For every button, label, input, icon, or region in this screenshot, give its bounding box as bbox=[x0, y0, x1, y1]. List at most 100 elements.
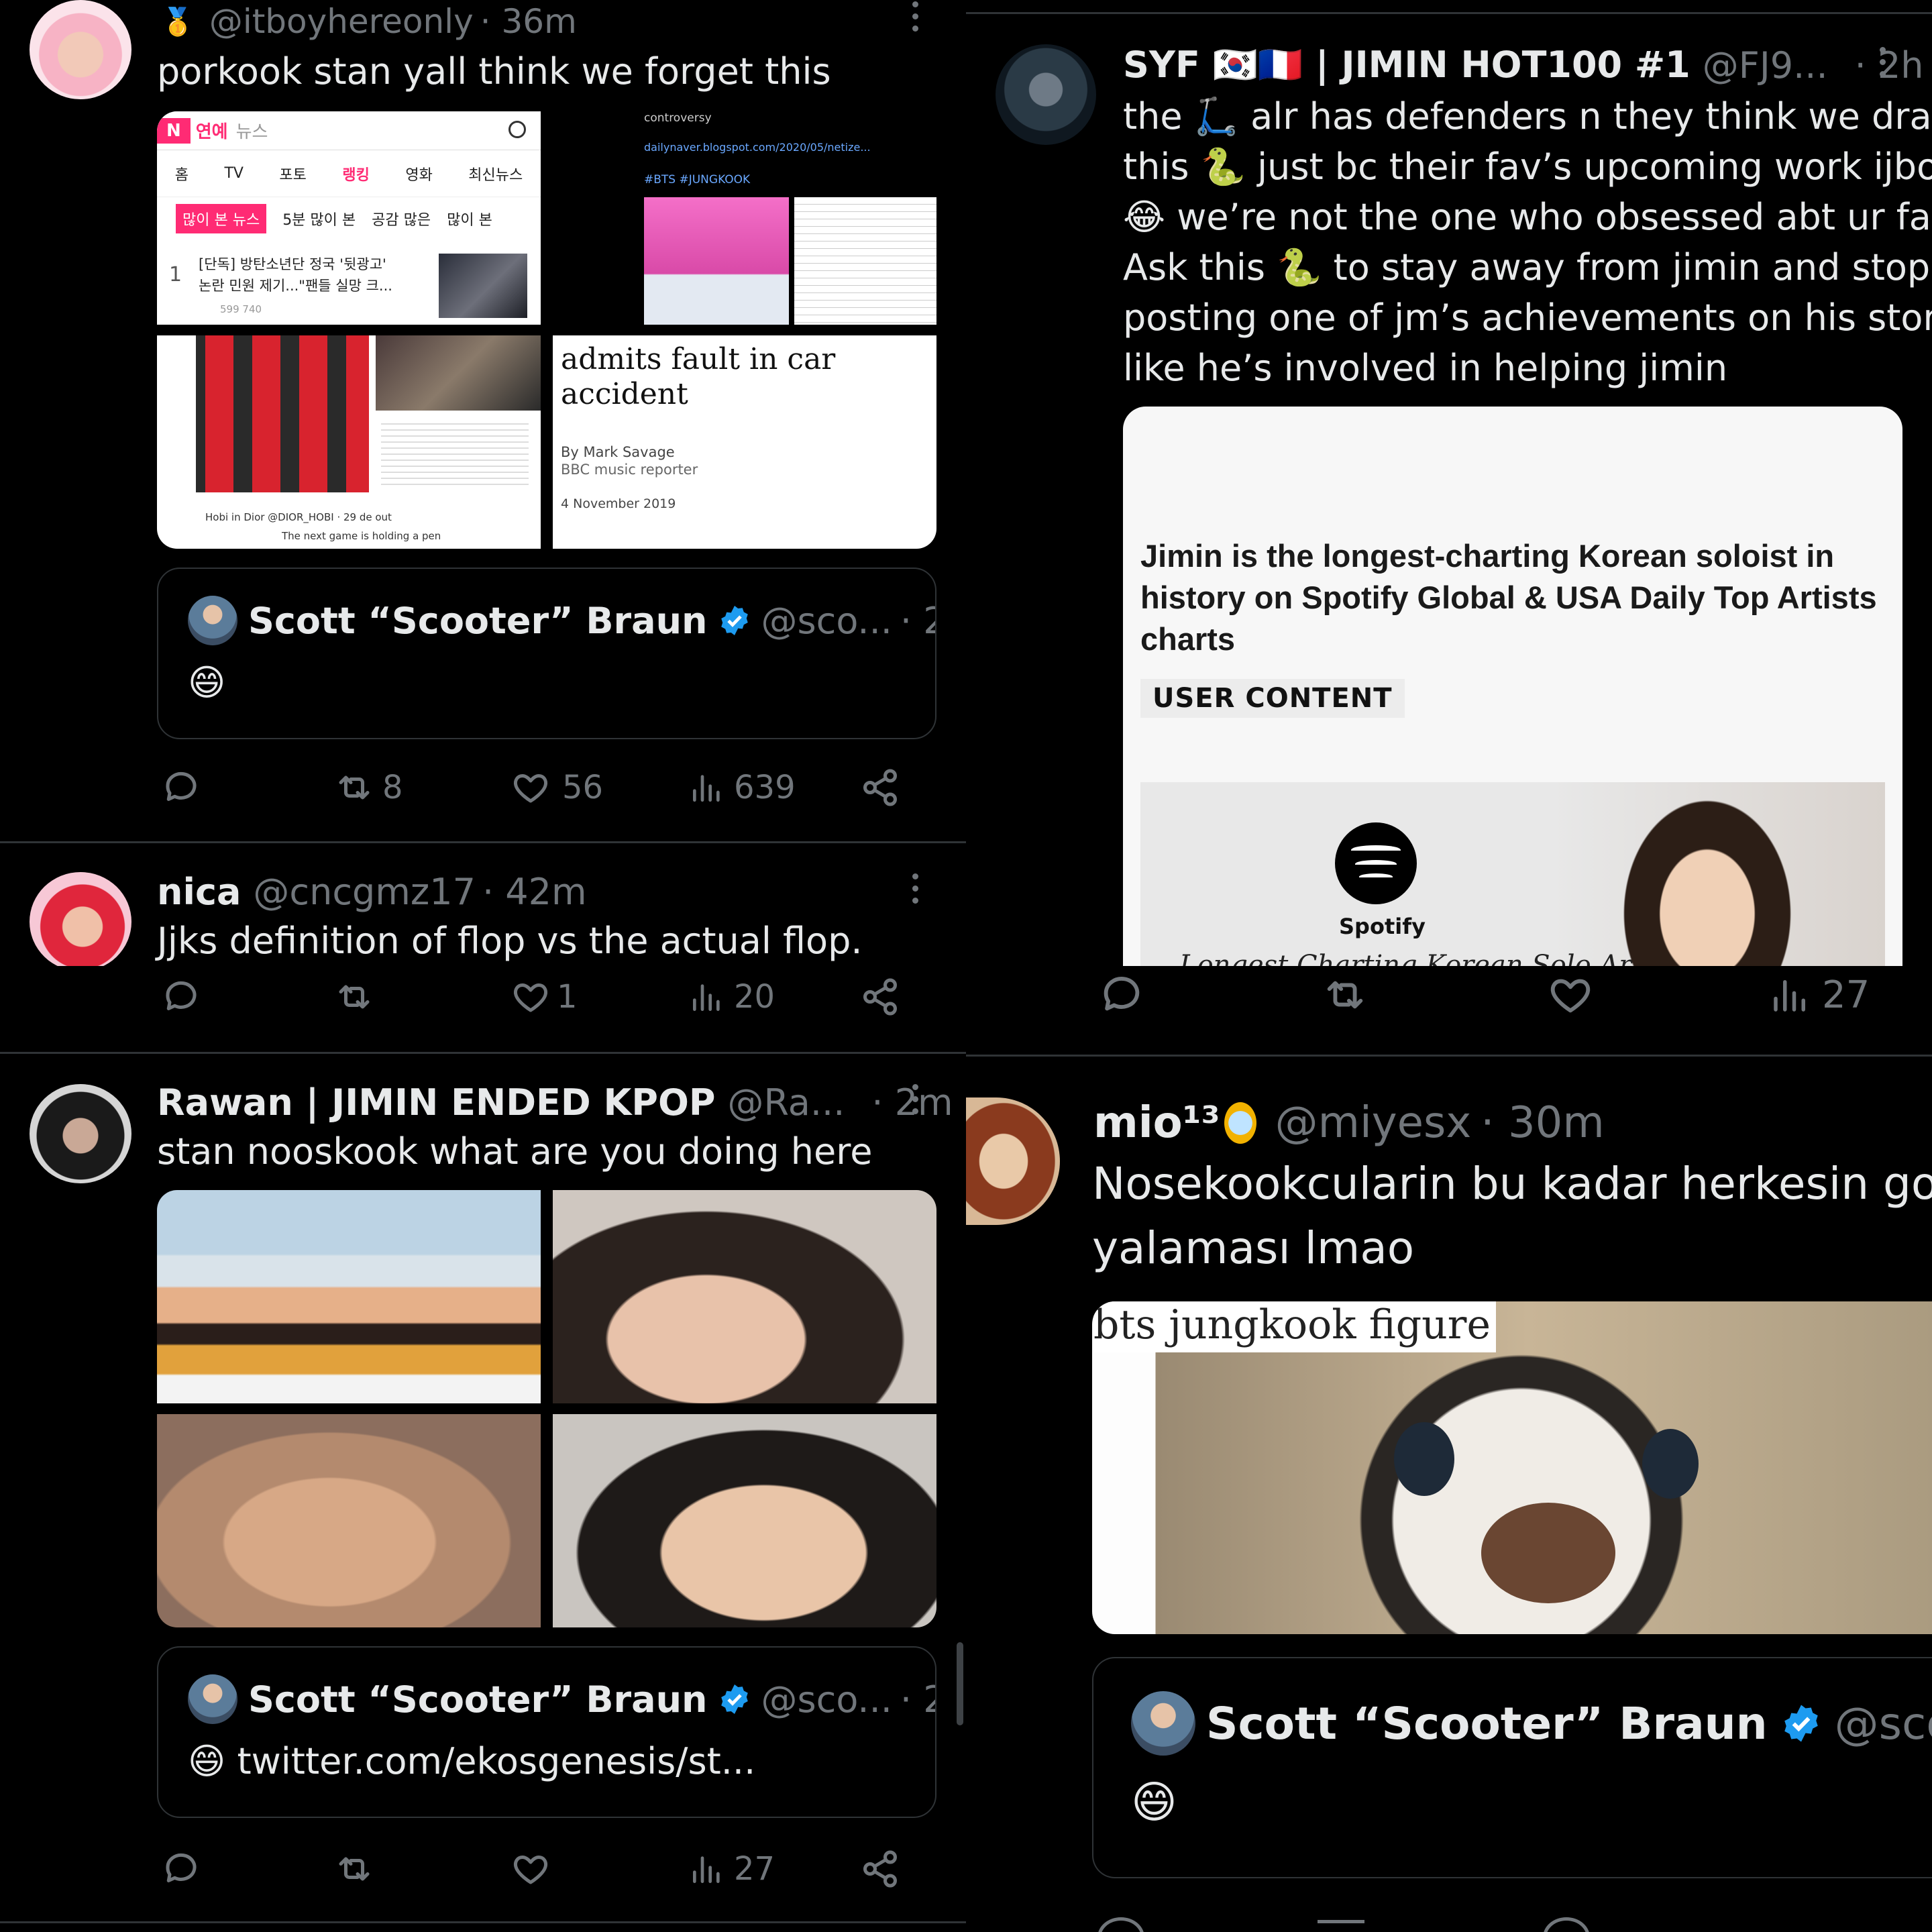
quote-handle: @sco... bbox=[761, 1678, 892, 1721]
action-bar: 27 bbox=[0, 1849, 966, 1902]
media-grid[interactable]: N 연예 뉴스 홈 TV 포토 랭킹 영화 최신뉴스 많이 본 뉴스 5분 많이… bbox=[157, 111, 936, 549]
nav-item: 랭킹 bbox=[342, 166, 370, 184]
portrait-photo bbox=[376, 335, 541, 411]
retweet-button[interactable] bbox=[333, 977, 376, 1017]
retweet-button[interactable] bbox=[333, 1849, 376, 1889]
author-name[interactable]: Rawan | JIMIN ENDED KPOP bbox=[157, 1081, 715, 1124]
verified-badge-icon bbox=[720, 1684, 748, 1714]
tweet-text: Jjks definition of flop vs the actual fl… bbox=[157, 920, 863, 962]
retweet-icon[interactable] bbox=[1318, 1920, 1364, 1932]
reply-button[interactable] bbox=[161, 977, 201, 1017]
avatar[interactable] bbox=[30, 1084, 131, 1183]
left-panel: 🥇 @itboyhereonly · 36m porkook stan yall… bbox=[0, 0, 966, 1932]
nav-item: TV bbox=[224, 165, 244, 182]
scrollbar[interactable] bbox=[957, 1642, 963, 1725]
share-button[interactable] bbox=[860, 767, 900, 808]
view-count: 27 bbox=[734, 1850, 775, 1888]
share-button[interactable] bbox=[860, 1849, 900, 1889]
views-button[interactable]: 27 bbox=[1768, 971, 1870, 1018]
avatar bbox=[1131, 1691, 1195, 1756]
photo-1[interactable] bbox=[157, 1190, 541, 1403]
thumbnail bbox=[439, 254, 527, 318]
media-image[interactable]: bts jungkook figure bbox=[1092, 1301, 1932, 1634]
chip: 5분 많이 본 bbox=[282, 212, 356, 229]
blog-text: controversy bbox=[644, 111, 712, 125]
quote-tweet[interactable]: Scott “Scooter” Braun @sco... · 2d 😄 twi… bbox=[157, 1646, 936, 1818]
divider bbox=[966, 12, 1932, 14]
share-button[interactable] bbox=[860, 977, 900, 1017]
reply-icon[interactable] bbox=[1097, 1917, 1144, 1932]
handle[interactable]: @itboyhereonly bbox=[209, 2, 474, 41]
timestamp[interactable]: · 2h bbox=[1855, 44, 1924, 87]
views-button[interactable]: 27 bbox=[688, 1849, 775, 1889]
quote-tweet[interactable]: Scott “Scooter” Braun @sco... 😄 bbox=[1092, 1657, 1932, 1878]
more-options-icon[interactable] bbox=[912, 1, 920, 38]
media-grid[interactable] bbox=[157, 1190, 936, 1627]
heart-icon[interactable] bbox=[1543, 1917, 1590, 1932]
retweet-button[interactable] bbox=[1319, 971, 1371, 1018]
reply-button[interactable] bbox=[1097, 971, 1146, 1018]
action-bar: 1 20 bbox=[0, 977, 966, 1030]
more-options-icon[interactable] bbox=[912, 1084, 920, 1120]
action-bar-partial bbox=[1093, 1913, 1925, 1932]
naver-news-screenshot[interactable]: N 연예 뉴스 홈 TV 포토 랭킹 영화 최신뉴스 많이 본 뉴스 5분 많이… bbox=[157, 111, 541, 325]
quote-handle: @sco... bbox=[761, 599, 892, 642]
author-name[interactable]: nica bbox=[157, 871, 241, 913]
bbc-article-screenshot[interactable]: admits fault in car accident By Mark Sav… bbox=[553, 335, 936, 549]
avatar[interactable] bbox=[30, 0, 131, 99]
like-button[interactable]: 56 bbox=[510, 767, 603, 808]
like-button[interactable]: 1 bbox=[510, 977, 578, 1017]
like-button[interactable] bbox=[1546, 971, 1595, 1018]
blog-screenshot[interactable]: controversy dailynaver.blogspot.com/2020… bbox=[553, 111, 936, 325]
reply-button[interactable] bbox=[161, 1849, 201, 1889]
handle[interactable]: @cncgmz17 bbox=[253, 871, 476, 913]
views-icon bbox=[693, 775, 720, 802]
quote-text: 😄 twitter.com/ekosgenesis/st... bbox=[188, 1740, 756, 1782]
author-name[interactable]: mio¹³ bbox=[1093, 1098, 1220, 1148]
link-card[interactable]: Jimin is the longest-charting Korean sol… bbox=[1123, 407, 1902, 970]
photo-3[interactable] bbox=[157, 1414, 541, 1627]
headline-line2: 논란 민원 제기..."팬들 실망 크... bbox=[199, 278, 392, 294]
more-options-icon[interactable] bbox=[1880, 47, 1888, 83]
quote-text: 😄 bbox=[188, 661, 226, 704]
view-count: 27 bbox=[1822, 973, 1870, 1017]
timestamp[interactable]: · 30m bbox=[1481, 1098, 1604, 1148]
views-button[interactable]: 20 bbox=[688, 977, 775, 1017]
chip: 많이 본 bbox=[447, 212, 492, 229]
avatar[interactable] bbox=[30, 872, 131, 971]
retweet-button[interactable]: 8 bbox=[333, 767, 403, 808]
retweet-count: 8 bbox=[382, 769, 403, 806]
photo-4[interactable] bbox=[553, 1414, 936, 1627]
avatar[interactable] bbox=[996, 44, 1096, 145]
handle[interactable]: @FJ9... bbox=[1703, 44, 1828, 87]
tweet-line: posting one of jm’s achievements on his … bbox=[1123, 297, 1932, 339]
tweet-line: Nosekookcularin bu kadar herkesin got bbox=[1092, 1158, 1932, 1210]
quote-author-name: Scott “Scooter” Braun bbox=[1206, 1697, 1768, 1750]
timestamp[interactable]: · 42m bbox=[482, 871, 587, 913]
timestamp[interactable]: · 36m bbox=[480, 2, 577, 41]
avatar[interactable] bbox=[966, 1097, 1060, 1225]
article-text bbox=[381, 419, 529, 486]
avatar bbox=[188, 1674, 237, 1724]
nav-item: 포토 bbox=[279, 166, 307, 184]
like-button[interactable] bbox=[510, 1849, 551, 1889]
tweet-line: like he’s involved in helping jimin bbox=[1123, 347, 1728, 389]
clip-mask bbox=[0, 966, 966, 977]
views-button[interactable]: 639 bbox=[688, 767, 796, 808]
handle[interactable]: @Ra... bbox=[727, 1081, 845, 1124]
article-date: 4 November 2019 bbox=[561, 496, 676, 511]
author-name[interactable]: SYF 🇰🇷🇫🇷 | JIMIN HOT100 #1 bbox=[1123, 44, 1690, 87]
quote-tweet[interactable]: Scott “Scooter” Braun @sco... · 2d 😄 bbox=[157, 568, 936, 739]
photo-2[interactable] bbox=[553, 1190, 936, 1403]
squid-game-screenshot[interactable]: Hobi in Dior @DIOR_HOBI · 29 de out The … bbox=[157, 335, 541, 549]
retweet-icon bbox=[339, 775, 370, 800]
share-icon bbox=[863, 978, 897, 1016]
chip: 많이 본 뉴스 bbox=[176, 204, 267, 233]
reply-button[interactable] bbox=[161, 767, 201, 808]
action-bar: 8 56 639 bbox=[0, 762, 966, 816]
handle[interactable]: @miyesx bbox=[1275, 1098, 1472, 1148]
avatar bbox=[188, 596, 237, 645]
share-icon bbox=[863, 1850, 897, 1888]
user-content-tag: USER CONTENT bbox=[1140, 679, 1405, 718]
more-options-icon[interactable] bbox=[912, 873, 920, 910]
